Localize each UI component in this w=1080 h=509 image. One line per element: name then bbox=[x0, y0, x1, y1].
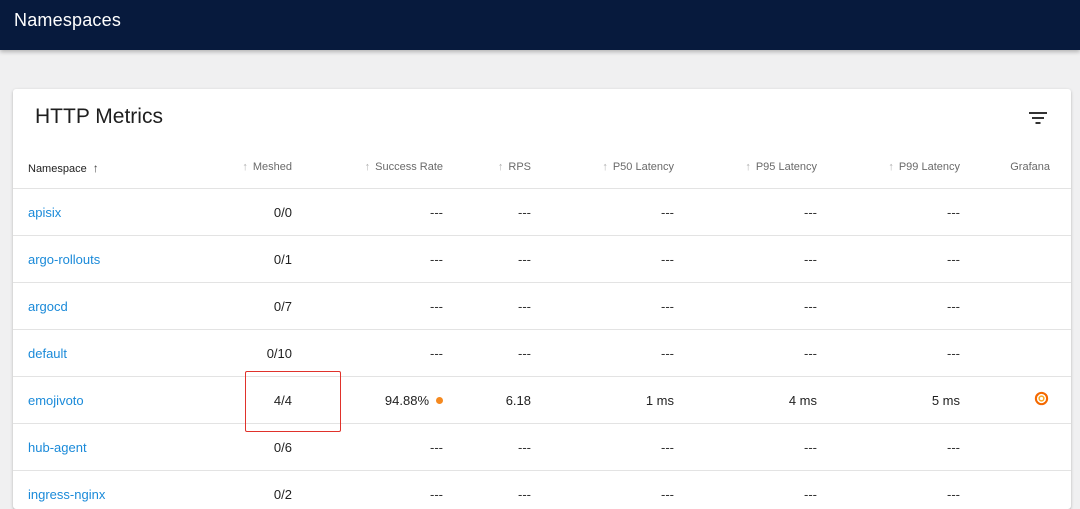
arrow-up-icon: ↑ bbox=[242, 161, 248, 173]
warning-status-dot bbox=[436, 397, 443, 404]
meshed-value: 0/6 bbox=[273, 440, 292, 455]
rps-value: --- bbox=[518, 440, 531, 455]
success-rate-value: --- bbox=[430, 299, 443, 314]
arrow-up-icon: ↑ bbox=[497, 161, 504, 173]
p50-latency-value: --- bbox=[661, 299, 674, 314]
rps-value: --- bbox=[518, 252, 531, 267]
column-header-p50-latency[interactable]: ↑ P50 Latency bbox=[602, 161, 674, 173]
meshed-value: 0/7 bbox=[273, 299, 292, 314]
column-label: Grafana bbox=[1010, 161, 1050, 173]
column-header-p95-latency[interactable]: ↑ P95 Latency bbox=[745, 161, 817, 173]
p50-latency-value: --- bbox=[661, 346, 674, 361]
p95-latency-value: --- bbox=[804, 346, 817, 361]
p50-latency-value: --- bbox=[661, 205, 674, 220]
success-rate-value: --- bbox=[430, 346, 443, 361]
p50-latency-value: --- bbox=[661, 487, 674, 502]
p99-latency-value: --- bbox=[947, 440, 960, 455]
success-rate-value: --- bbox=[430, 487, 443, 502]
rps-value: --- bbox=[518, 299, 531, 314]
success-rate-cell: 94.88% bbox=[385, 393, 443, 408]
filter-icon[interactable] bbox=[1027, 109, 1049, 127]
namespace-link[interactable]: ingress-nginx bbox=[28, 487, 105, 502]
column-header-rps[interactable]: ↑ RPS bbox=[498, 161, 531, 173]
arrow-up-icon: ↑ bbox=[745, 161, 751, 173]
rps-value: 6.18 bbox=[505, 393, 531, 408]
meshed-value: 0/10 bbox=[266, 346, 292, 361]
p50-latency-value: --- bbox=[661, 440, 674, 455]
column-header-meshed[interactable]: ↑ Meshed bbox=[242, 161, 292, 173]
namespace-link[interactable]: argocd bbox=[28, 299, 68, 314]
namespace-link[interactable]: hub-agent bbox=[28, 440, 87, 455]
p95-latency-value: --- bbox=[804, 487, 817, 502]
p95-latency-value: --- bbox=[804, 252, 817, 267]
column-header-success-rate[interactable]: ↑ Success Rate bbox=[365, 161, 443, 173]
column-label: P95 Latency bbox=[755, 161, 817, 173]
p95-latency-value: --- bbox=[804, 205, 817, 220]
column-label: Success Rate bbox=[375, 161, 443, 173]
column-header-grafana: Grafana bbox=[1010, 161, 1050, 173]
namespace-link[interactable]: apisix bbox=[28, 205, 61, 220]
p50-latency-value: 1 ms bbox=[645, 393, 674, 408]
top-app-bar: Namespaces bbox=[0, 0, 1080, 50]
column-label: RPS bbox=[508, 161, 531, 173]
column-header-namespace[interactable]: Namespace ↑ bbox=[28, 161, 99, 175]
table-row: argo-rollouts 0/1 --- --- --- --- --- bbox=[13, 236, 1071, 283]
p99-latency-value: --- bbox=[947, 487, 960, 502]
p99-latency-value: --- bbox=[947, 346, 960, 361]
grafana-icon[interactable] bbox=[1034, 391, 1049, 406]
column-label: Meshed bbox=[252, 161, 292, 173]
p99-latency-value: --- bbox=[947, 299, 960, 314]
column-label: Namespace bbox=[28, 163, 87, 175]
meshed-value: 0/0 bbox=[273, 205, 292, 220]
table-row: emojivoto 4/4 94.88% 6.18 1 ms 4 ms 5 ms bbox=[13, 377, 1071, 424]
page-title: Namespaces bbox=[14, 10, 122, 30]
arrow-up-icon: ↑ bbox=[602, 161, 608, 173]
arrow-up-icon: ↑ bbox=[364, 161, 371, 173]
arrow-up-icon: ↑ bbox=[888, 161, 894, 173]
success-rate-value: --- bbox=[430, 252, 443, 267]
rps-value: --- bbox=[518, 487, 531, 502]
table-row: hub-agent 0/6 --- --- --- --- --- bbox=[13, 424, 1071, 471]
table-header: Namespace ↑ ↑ Meshed ↑ Success Rate ↑ RPS ↑ P… bbox=[13, 147, 1071, 189]
table-row: ingress-nginx 0/2 --- --- --- --- --- bbox=[13, 471, 1071, 509]
card-title: HTTP Metrics bbox=[35, 105, 163, 128]
namespace-link[interactable]: default bbox=[28, 346, 67, 361]
table-row: argocd 0/7 --- --- --- --- --- bbox=[13, 283, 1071, 330]
namespace-link[interactable]: argo-rollouts bbox=[28, 252, 100, 267]
rps-value: --- bbox=[518, 346, 531, 361]
rps-value: --- bbox=[518, 205, 531, 220]
p99-latency-value: --- bbox=[947, 252, 960, 267]
table-row: apisix 0/0 --- --- --- --- --- bbox=[13, 189, 1071, 236]
column-label: P50 Latency bbox=[612, 161, 674, 173]
p95-latency-value: --- bbox=[804, 299, 817, 314]
p95-latency-value: --- bbox=[804, 440, 817, 455]
meshed-value: 0/2 bbox=[273, 487, 292, 502]
meshed-value: 0/1 bbox=[273, 252, 292, 267]
success-rate-value: 94.88% bbox=[384, 393, 429, 408]
p50-latency-value: --- bbox=[661, 252, 674, 267]
http-metrics-card: HTTP Metrics Namespace ↑ ↑ Meshed ↑ Success… bbox=[13, 89, 1071, 509]
table-row: default 0/10 --- --- --- --- --- bbox=[13, 330, 1071, 377]
meshed-value: 4/4 bbox=[273, 393, 292, 408]
success-rate-value: --- bbox=[430, 205, 443, 220]
arrow-up-icon: ↑ bbox=[92, 161, 99, 175]
p95-latency-value: 4 ms bbox=[788, 393, 817, 408]
column-label: P99 Latency bbox=[898, 161, 960, 173]
namespace-link[interactable]: emojivoto bbox=[28, 393, 84, 408]
p99-latency-value: --- bbox=[947, 205, 960, 220]
p99-latency-value: 5 ms bbox=[931, 393, 960, 408]
column-header-p99-latency[interactable]: ↑ P99 Latency bbox=[888, 161, 960, 173]
success-rate-value: --- bbox=[430, 440, 443, 455]
